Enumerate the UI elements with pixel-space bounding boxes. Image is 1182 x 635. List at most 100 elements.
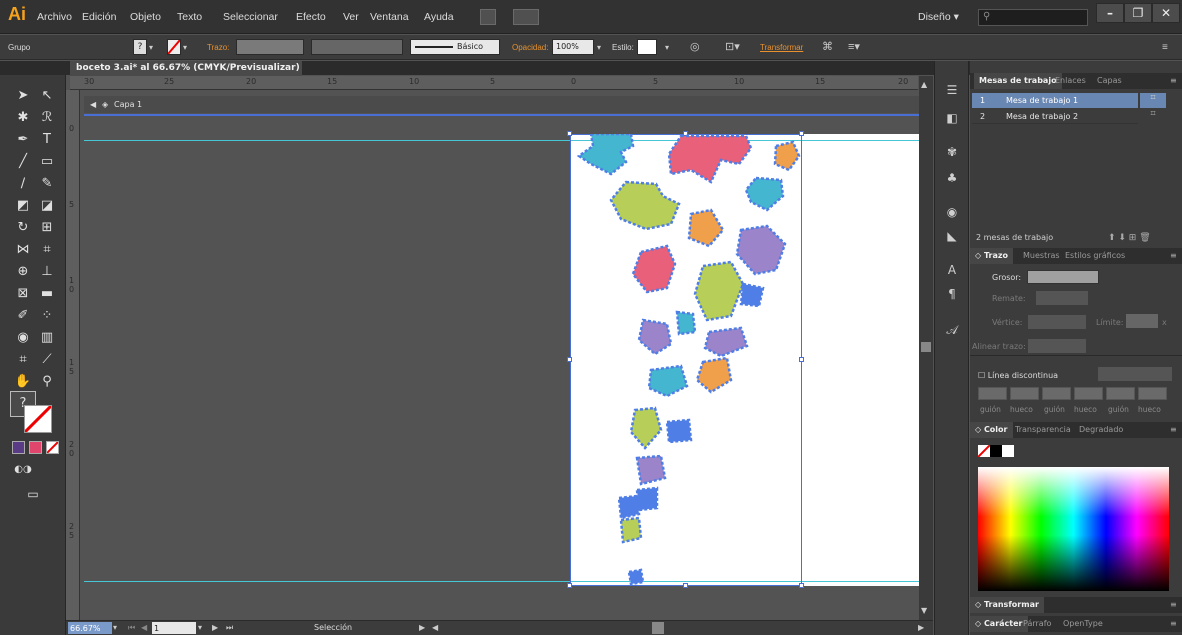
puzzle-artwork[interactable] — [571, 134, 803, 586]
pencil-tool-icon[interactable]: ✎ — [36, 175, 58, 193]
opacity-label[interactable]: Opacidad: — [512, 40, 548, 55]
artboard-options-icon[interactable]: ⌗ — [1140, 109, 1166, 124]
control-panel-menu-icon[interactable]: ≡ — [1162, 40, 1168, 55]
direct-selection-tool-icon[interactable]: ↖ — [36, 87, 58, 105]
panel-menu-icon[interactable]: ≡ — [1170, 597, 1177, 613]
black-swatch[interactable] — [990, 445, 1002, 457]
tab-parrafo[interactable]: Párrafo — [1018, 616, 1056, 632]
tab-opentype[interactable]: OpenType — [1058, 616, 1108, 632]
stroke-weight-field[interactable] — [236, 39, 304, 55]
mesh-tool-icon[interactable]: ⊠ — [12, 285, 34, 303]
gap-field[interactable] — [1074, 387, 1103, 400]
gradient-button[interactable] — [29, 441, 42, 454]
pathfinder-panel-icon[interactable]: ◧ — [944, 111, 960, 125]
artboard-options-icon[interactable]: ⌗ — [1140, 93, 1166, 108]
stroke-weight-field[interactable] — [1027, 270, 1099, 284]
limit-field[interactable] — [1126, 314, 1158, 328]
gap-field[interactable] — [1138, 387, 1167, 400]
panel-menu-icon[interactable]: ≡ — [1170, 73, 1177, 89]
fill-dropdown-icon[interactable]: ▾ — [149, 40, 153, 55]
character-panel-icon[interactable]: A — [944, 263, 960, 277]
stroke-box[interactable] — [23, 404, 53, 434]
menu-ventana[interactable]: Ventana — [370, 11, 409, 23]
bridge-icon[interactable] — [480, 9, 496, 25]
blend-tool-icon[interactable]: ⁘ — [36, 307, 58, 325]
free-transform-tool-icon[interactable]: ⌗ — [36, 241, 58, 259]
graphic-styles-panel-icon[interactable]: ◣ — [944, 229, 960, 243]
artboard-dropdown-icon[interactable]: ▾ — [198, 621, 202, 635]
tab-muestras[interactable]: Muestras — [1018, 248, 1065, 264]
zoom-dropdown-icon[interactable]: ▾ — [113, 621, 117, 635]
color-spectrum[interactable] — [978, 467, 1169, 591]
perspective-grid-tool-icon[interactable]: ⊥ — [36, 263, 58, 281]
menu-edicion[interactable]: Edición — [82, 11, 116, 23]
scroll-up-arrow[interactable]: ▲ — [921, 80, 927, 89]
menu-ver[interactable]: Ver — [343, 11, 359, 23]
stroke-swatch[interactable] — [167, 39, 181, 55]
fill-stroke-widget[interactable]: ? — [10, 391, 60, 435]
none-swatch[interactable] — [977, 444, 991, 458]
menu-texto[interactable]: Texto — [177, 11, 202, 23]
scroll-down-arrow[interactable]: ▼ — [921, 606, 927, 615]
workspace-switcher[interactable]: Diseño ▾ — [918, 11, 959, 23]
white-swatch[interactable] — [1002, 445, 1014, 457]
line-tool-icon[interactable]: ╱ — [12, 153, 34, 171]
corner-buttons[interactable] — [1028, 315, 1086, 329]
scroll-thumb[interactable] — [921, 342, 931, 352]
symbols-panel-icon[interactable]: ♣ — [944, 171, 960, 185]
color-button[interactable] — [12, 441, 25, 454]
h-scroll-thumb[interactable] — [652, 622, 664, 634]
tab-mesas-de-trabajo[interactable]: Mesas de trabajo — [974, 73, 1062, 89]
slice-tool-icon[interactable]: ⟋ — [36, 351, 58, 369]
transform-link[interactable]: Transformar — [760, 40, 803, 55]
artboard-row[interactable]: 2 Mesa de trabajo 2 — [972, 109, 1138, 124]
lasso-tool-icon[interactable]: ℛ — [36, 109, 58, 127]
opentype-panel-icon[interactable]: 𝒜 — [944, 323, 960, 337]
h-scroll-left-icon[interactable]: ◀ — [432, 621, 438, 635]
search-input[interactable]: ⚲ — [978, 9, 1088, 26]
selection-tool-icon[interactable]: ➤ — [12, 87, 34, 105]
shape-builder-tool-icon[interactable]: ⊕ — [12, 263, 34, 281]
eraser-tool-icon[interactable]: ◪ — [36, 197, 58, 215]
artboard-row[interactable]: 1 Mesa de trabajo 1 — [972, 93, 1138, 108]
zoom-field[interactable]: 66.67% — [68, 622, 112, 634]
restore-button[interactable]: ❐ — [1124, 3, 1152, 23]
panel-menu-icon[interactable]: ≡ — [1170, 422, 1177, 438]
opacity-dropdown-icon[interactable]: ▾ — [597, 40, 601, 55]
brushes-panel-icon[interactable]: ✾ — [944, 145, 960, 159]
status-menu-icon[interactable]: ▶ — [419, 621, 425, 635]
eyedropper-tool-icon[interactable]: ✐ — [12, 307, 34, 325]
variable-width-profile[interactable] — [311, 39, 403, 55]
none-button[interactable] — [46, 441, 59, 454]
paragraph-panel-icon[interactable]: ¶ — [944, 287, 960, 301]
panel-menu-icon[interactable]: ≡ — [1170, 616, 1177, 632]
screen-mode-icon[interactable]: ▭ — [22, 485, 44, 503]
minimize-button[interactable]: – — [1096, 3, 1124, 23]
menu-efecto[interactable]: Efecto — [296, 11, 326, 23]
transform-panel-header[interactable]: ◇ Transformar ≡ — [970, 597, 1182, 613]
pen-tool-icon[interactable]: ✒ — [12, 131, 34, 149]
align-icon[interactable]: ⊡▾ — [725, 40, 740, 55]
artboard-number-field[interactable]: 1 — [152, 622, 196, 634]
menu-archivo[interactable]: Archivo — [37, 11, 72, 23]
close-button[interactable]: ✕ — [1152, 3, 1180, 23]
dash-field[interactable] — [978, 387, 1007, 400]
menu-seleccionar[interactable]: Seleccionar — [223, 11, 278, 23]
magic-wand-tool-icon[interactable]: ✱ — [12, 109, 34, 127]
cap-buttons[interactable] — [1036, 291, 1088, 305]
tab-estilos-graficos[interactable]: Estilos gráficos — [1060, 248, 1130, 264]
symbol-sprayer-tool-icon[interactable]: ◉ — [12, 329, 34, 347]
next-artboard-icon[interactable]: ▶ — [212, 621, 218, 635]
paintbrush-tool-icon[interactable]: ∕ — [12, 175, 34, 193]
graphic-style-swatch[interactable] — [637, 39, 657, 55]
dash-alignment-buttons[interactable] — [1098, 367, 1172, 381]
draw-mode-icon[interactable]: ◐◑ — [12, 461, 34, 479]
style-dropdown-icon[interactable]: ▾ — [665, 40, 669, 55]
first-artboard-icon[interactable]: ⏮ — [128, 621, 135, 635]
opacity-field[interactable]: 100% — [552, 39, 594, 55]
vertical-scrollbar[interactable]: ▲ ▼ — [919, 76, 933, 621]
isolate-group-icon[interactable]: ⌘ — [822, 40, 833, 55]
dash-field[interactable] — [1042, 387, 1071, 400]
previous-artboard-icon[interactable]: ◀ — [141, 621, 147, 635]
stroke-dropdown-icon[interactable]: ▾ — [183, 40, 187, 55]
